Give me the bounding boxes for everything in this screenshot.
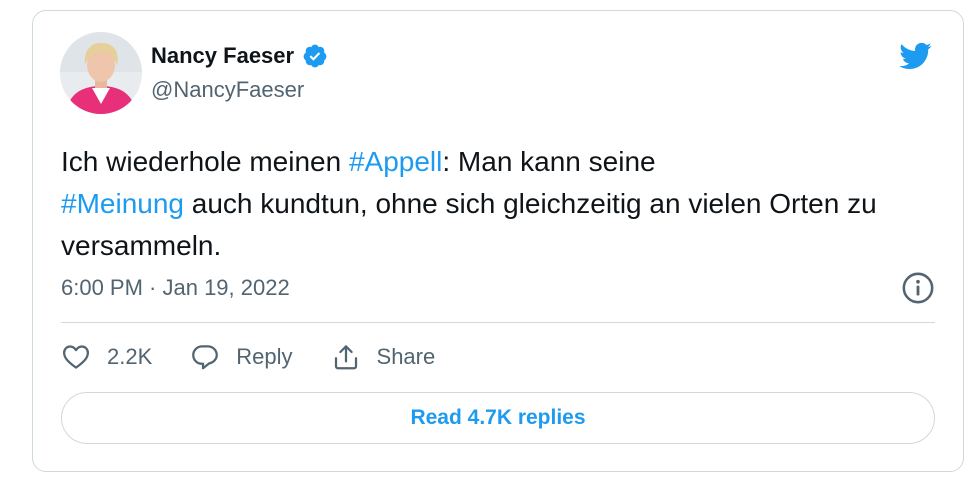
- like-count: 2.2K: [107, 344, 153, 369]
- read-replies-button[interactable]: Read 4.7K replies: [61, 392, 935, 444]
- speech-bubble-icon: [192, 345, 219, 370]
- tweet-text: Ich wiederhole meinen #Appell: Man kann …: [61, 141, 941, 267]
- verified-badge-icon: [302, 43, 328, 69]
- divider: [61, 322, 935, 323]
- twitter-bird-icon[interactable]: [895, 39, 935, 73]
- share-label: Share: [376, 344, 436, 369]
- action-bar: 2.2K Reply Share: [61, 337, 473, 377]
- like-button[interactable]: 2.2K: [61, 342, 152, 372]
- avatar[interactable]: [60, 32, 142, 114]
- name-row: Nancy Faeser: [151, 41, 328, 71]
- hashtag-link[interactable]: #Meinung: [61, 188, 184, 219]
- info-icon[interactable]: [901, 271, 935, 305]
- hashtag-link[interactable]: #Appell: [349, 146, 442, 177]
- author-info: Nancy Faeser @NancyFaeser: [151, 41, 328, 103]
- display-name[interactable]: Nancy Faeser: [151, 43, 294, 69]
- share-upload-icon: [334, 345, 357, 370]
- reply-label: Reply: [236, 344, 293, 369]
- heart-icon: [63, 345, 89, 369]
- tweet-text-segment: auch kundtun, ohne sich gleichzeitig an …: [61, 188, 877, 261]
- share-button[interactable]: Share: [331, 342, 436, 372]
- tweet-card: Nancy Faeser @NancyFaeser Ich wiederhole…: [32, 10, 964, 472]
- tweet-text-segment: : Man kann seine: [442, 146, 656, 177]
- user-handle[interactable]: @NancyFaeser: [151, 77, 328, 103]
- tweet-text-segment: Ich wiederhole meinen: [61, 146, 349, 177]
- avatar-photo: [60, 32, 142, 114]
- tweet-timestamp[interactable]: 6:00 PM · Jan 19, 2022: [61, 275, 290, 301]
- reply-button[interactable]: Reply: [190, 342, 293, 372]
